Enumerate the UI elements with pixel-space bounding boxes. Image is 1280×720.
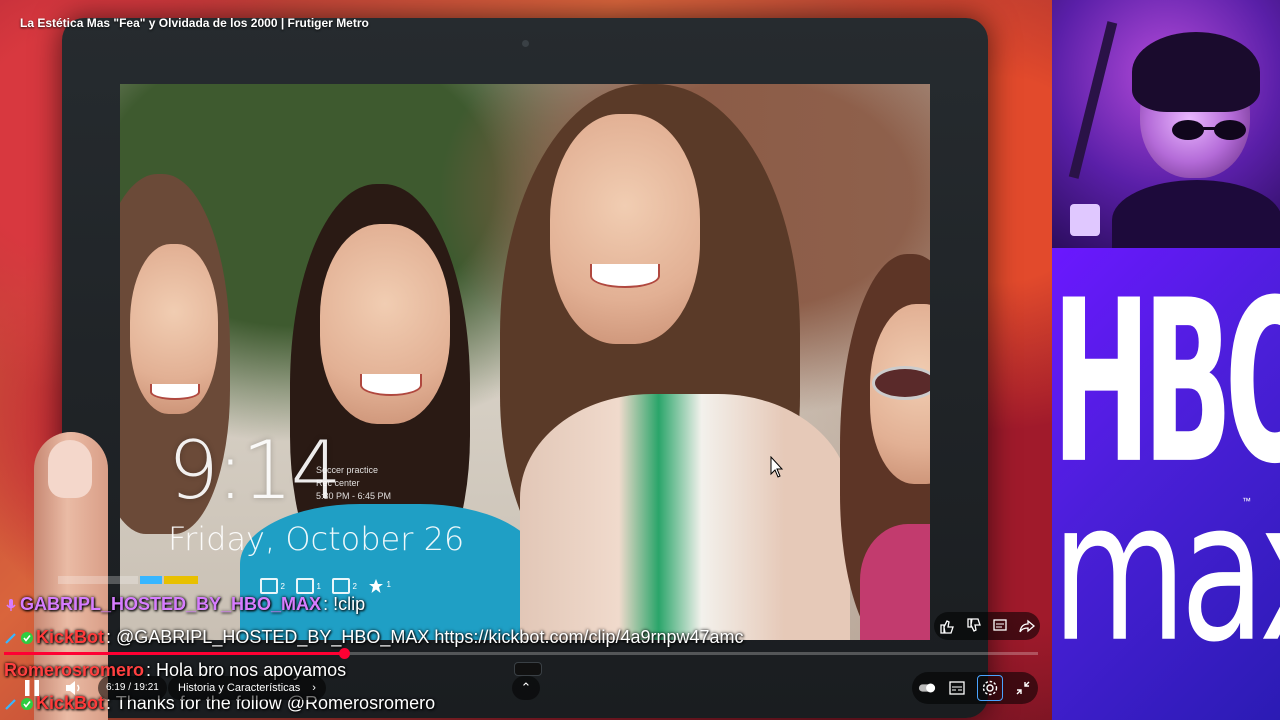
- autoplay-toggle-icon[interactable]: [918, 679, 936, 697]
- chapter-title: Historia y Características: [178, 682, 301, 694]
- progress-bar[interactable]: [4, 648, 1038, 659]
- guitar: [1068, 21, 1118, 179]
- player-settings-bar: [912, 672, 1038, 704]
- expand-button[interactable]: ⌃: [512, 676, 540, 700]
- brand-panel: HBO max ™: [1052, 248, 1280, 720]
- chat-username[interactable]: GABRIPL_HOSTED_BY_HBO_MAX: [20, 594, 321, 615]
- tablet-camera: [522, 40, 529, 47]
- progress-fill: [4, 652, 345, 655]
- share-icon[interactable]: [1018, 617, 1036, 635]
- mouse-cursor-icon: [770, 456, 784, 478]
- comment-icon[interactable]: [991, 617, 1009, 635]
- video-frame[interactable]: 9:14 Soccer practice Rec center 5:30 PM …: [0, 0, 1052, 720]
- tablet-home-button: [514, 662, 542, 676]
- streamer-body: [1112, 180, 1280, 248]
- event-location: Rec center: [316, 478, 360, 488]
- event-time: 5:30 PM - 6:45 PM: [316, 491, 392, 501]
- subtitles-icon[interactable]: [948, 679, 966, 697]
- video-title: La Estética Mas "Fea" y Olvidada de los …: [20, 16, 369, 30]
- mail-icon: 2: [260, 578, 285, 594]
- mug: [1070, 204, 1100, 236]
- lockscreen-badges: 2 1 2 1: [260, 578, 391, 594]
- chevron-right-icon: ›: [312, 682, 316, 694]
- chat-message: KickBot : @GABRIPL_HOSTED_BY_HBO_MAX htt…: [4, 627, 744, 648]
- event-title: Soccer practice: [316, 465, 379, 475]
- lockscreen-date: Friday, October 26: [168, 520, 465, 558]
- reaction-bar: [934, 612, 1040, 640]
- tablet-lockscreen: 9:14 Soccer practice Rec center 5:30 PM …: [120, 84, 930, 640]
- settings-gear-icon[interactable]: [977, 675, 1003, 701]
- chapter-button[interactable]: Historia y Características ›: [168, 676, 326, 700]
- pause-icon[interactable]: [20, 676, 44, 700]
- lockscreen-time: 9:14: [168, 424, 342, 517]
- chevron-up-icon: ⌃: [520, 680, 532, 695]
- thumbs-up-icon[interactable]: [938, 617, 956, 635]
- chat-overlay-strip: [58, 576, 198, 584]
- star-icon: 1: [368, 578, 391, 593]
- thumbs-down-icon[interactable]: [965, 617, 983, 635]
- sword-icon: [5, 632, 16, 644]
- mic-icon: [6, 598, 16, 611]
- trademark-mark: ™: [1242, 496, 1251, 506]
- lockscreen-event: Soccer practice Rec center 5:30 PM - 6:4…: [316, 464, 391, 503]
- message-icon: 1: [296, 578, 321, 594]
- sword-icon: [5, 698, 16, 710]
- streamer-hair: [1132, 32, 1260, 112]
- streamer-webcam: [1052, 0, 1280, 248]
- sunglasses: [1172, 120, 1246, 140]
- chat-text: : @GABRIPL_HOSTED_BY_HBO_MAX https://kic…: [106, 627, 744, 647]
- volume-icon[interactable]: [64, 678, 84, 698]
- chat-text: : !clip: [323, 594, 366, 614]
- chat-username[interactable]: KickBot: [36, 627, 104, 648]
- time-display: 6:19 / 19:21: [98, 676, 167, 700]
- chat-icon: 2: [332, 578, 357, 594]
- exit-fullscreen-icon[interactable]: [1014, 679, 1032, 697]
- chat-message: GABRIPL_HOSTED_BY_HBO_MAX : !clip: [4, 594, 365, 615]
- bot-icon: [21, 631, 33, 644]
